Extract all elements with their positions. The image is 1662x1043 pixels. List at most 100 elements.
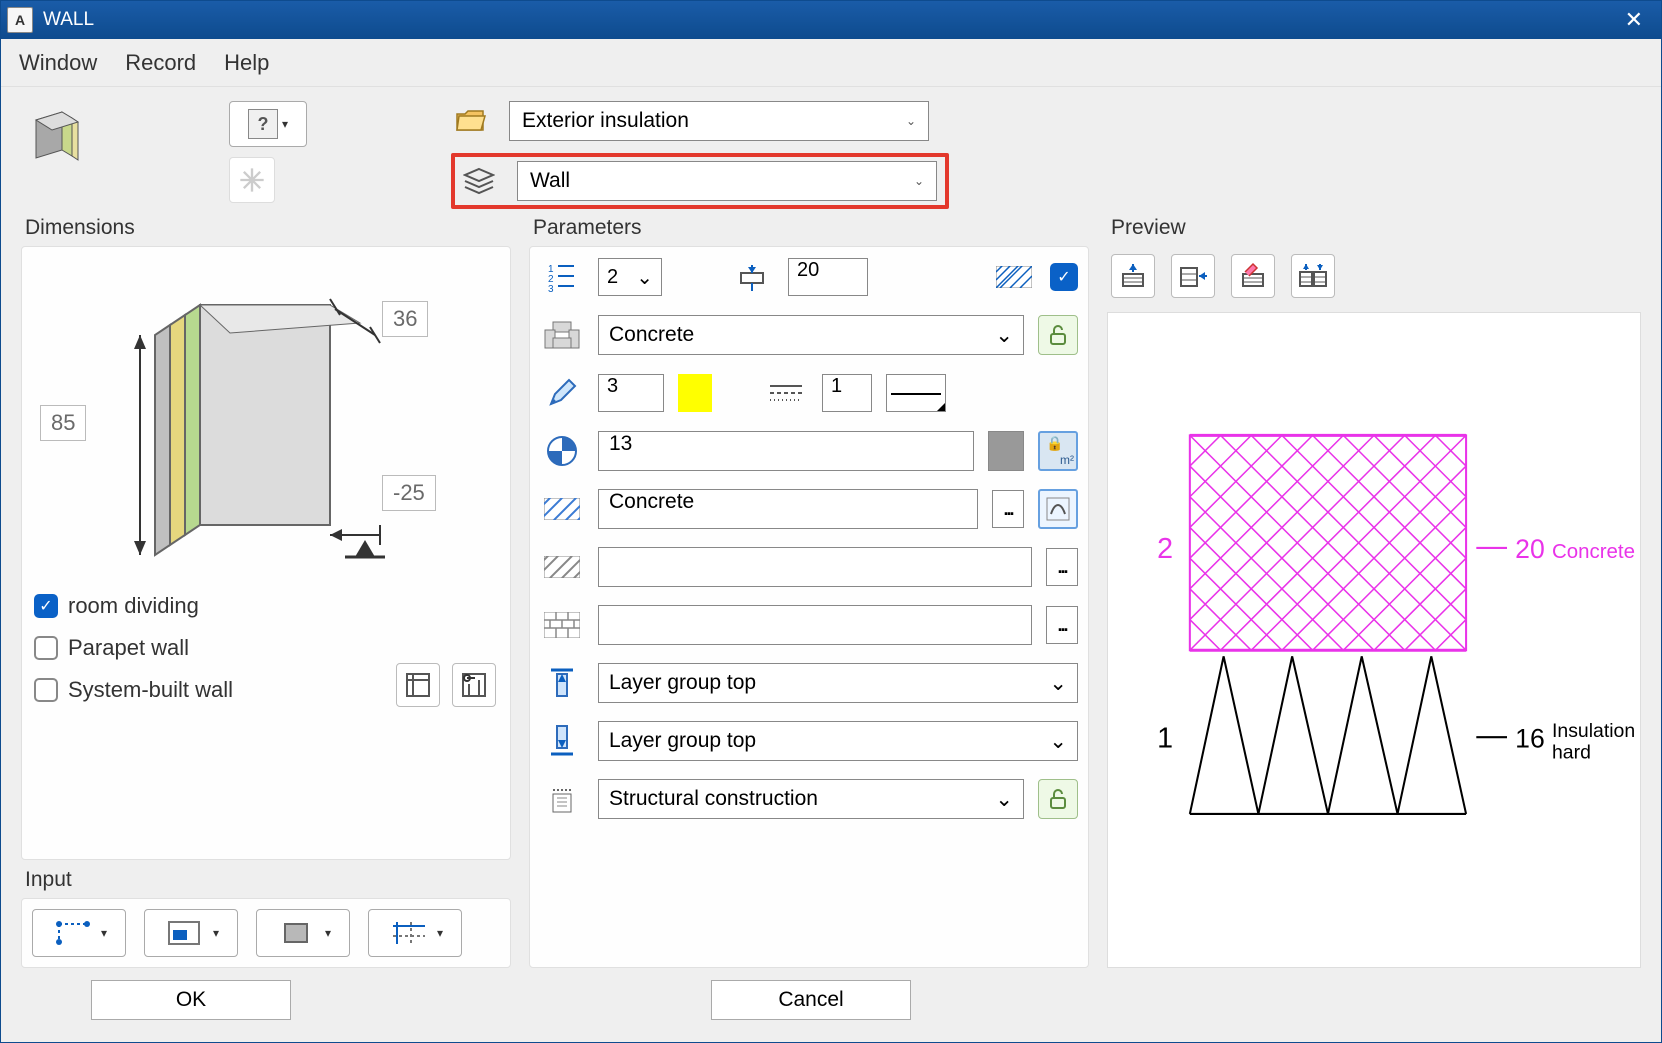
dimensions-section: Dimensions [21, 216, 511, 968]
menubar: Window Record Help [1, 39, 1661, 87]
close-button[interactable]: ✕ [1613, 7, 1655, 33]
preview-layer1-name1: Insulation [1552, 720, 1635, 742]
app-icon: A [7, 7, 33, 33]
parameters-section: Parameters 1 2 3 2 ⌄ [529, 216, 1089, 968]
linetype-field[interactable]: 1 [822, 374, 872, 412]
preview-tool-2[interactable] [1171, 254, 1215, 298]
parameters-panel: 1 2 3 2 ⌄ 20 [529, 246, 1089, 968]
input-mode-4[interactable]: ▾ [368, 909, 462, 957]
parapet-wall-check[interactable]: Parapet wall [34, 635, 233, 661]
layer-visible-toggle[interactable]: ✓ [1050, 263, 1078, 291]
checkbox-unchecked-icon [34, 636, 58, 660]
chevron-down-icon: ⌄ [995, 787, 1013, 812]
svg-text:3: 3 [548, 284, 554, 292]
top-left-icons: ? ▾ [21, 101, 451, 203]
hatching-field[interactable]: Concrete [598, 489, 978, 529]
top-group-dropdown[interactable]: Layer group top ⌄ [598, 663, 1078, 703]
fill-field[interactable] [598, 605, 1032, 645]
checkbox-checked-icon: ✓ [34, 594, 58, 618]
surface-row: 13 m² [540, 431, 1078, 471]
layer-number-value: 2 [607, 266, 618, 289]
trade-icon [540, 779, 584, 819]
bottom-group-row: Layer group top ⌄ [540, 721, 1078, 761]
fill-browse-button[interactable]: ... [1046, 606, 1078, 644]
chevron-down-icon: ▾ [101, 926, 107, 940]
window-title: WALL [43, 9, 1613, 31]
layer-row: Wall ⌄ [451, 153, 1641, 209]
bottom-buttons: OK Cancel [21, 968, 1641, 1032]
trade-dropdown[interactable]: Structural construction ⌄ [598, 779, 1024, 819]
top-selectors: Exterior insulation ⌄ [451, 101, 1641, 209]
priority-icon [540, 315, 584, 355]
dimensions-panel: 85 36 -25 ✓ room dividing Para [21, 246, 511, 860]
chevron-down-icon: ▾ [437, 926, 443, 940]
layer-dropdown[interactable]: Wall ⌄ [517, 161, 937, 201]
dimensions-title: Dimensions [21, 216, 511, 240]
top-group-icon [540, 663, 584, 703]
chevron-down-icon: ▾ [325, 926, 331, 940]
trade-label: Structural construction [609, 787, 818, 811]
pen-icon [540, 373, 584, 413]
favorites-dropdown[interactable]: ? ▾ [229, 101, 307, 147]
dialog-body: ? ▾ [1, 87, 1661, 1042]
width-field[interactable]: 36 [382, 301, 428, 337]
wall-dialog: A WALL ✕ Window Record Help [0, 0, 1662, 1043]
hatch-preview-icon[interactable] [992, 257, 1036, 297]
trade-lock-button[interactable] [1038, 779, 1078, 819]
hatching-auto-button[interactable] [1038, 489, 1078, 529]
layer-dropdown-label: Wall [530, 169, 570, 193]
preview-tool-3[interactable] [1231, 254, 1275, 298]
input-mode-1[interactable]: ▾ [32, 909, 126, 957]
material-row: Concrete ⌄ [540, 315, 1078, 355]
material-dropdown[interactable]: Concrete ⌄ [598, 315, 1024, 355]
pen-field[interactable]: 3 [598, 374, 664, 412]
chevron-down-icon: ⌄ [1049, 729, 1067, 754]
material-lock-button[interactable] [1038, 315, 1078, 355]
input-buttons: ▾ ▾ ▾ ▾ [32, 909, 500, 957]
chevron-down-icon: ⌄ [1049, 671, 1067, 696]
bottom-group-dropdown[interactable]: Layer group top ⌄ [598, 721, 1078, 761]
surface-field[interactable]: 13 [598, 431, 974, 471]
input-mode-3[interactable]: ▾ [256, 909, 350, 957]
preview-tool-1[interactable] [1111, 254, 1155, 298]
titlebar: A WALL ✕ [1, 1, 1661, 39]
hatching-browse-button[interactable]: ... [992, 490, 1024, 528]
top-group-row: Layer group top ⌄ [540, 663, 1078, 703]
freeze-button[interactable] [229, 157, 275, 203]
heights-link-icon[interactable] [452, 663, 496, 707]
preview-layer2-thickness: 20 [1515, 534, 1545, 564]
menu-window[interactable]: Window [19, 50, 97, 76]
cancel-button[interactable]: Cancel [711, 980, 911, 1020]
pen-color-swatch[interactable] [678, 374, 712, 412]
height-field[interactable]: 85 [40, 405, 86, 441]
hatching-icon [540, 489, 584, 529]
outline-mode-icon[interactable] [396, 663, 440, 707]
top-group-label: Layer group top [609, 671, 756, 695]
trade-row: Structural construction ⌄ [540, 779, 1078, 819]
menu-help[interactable]: Help [224, 50, 269, 76]
fill-icon [540, 605, 584, 645]
surface-color-swatch[interactable] [988, 431, 1024, 471]
layer-number-dropdown[interactable]: 2 ⌄ [598, 258, 662, 296]
pattern-browse-button[interactable]: ... [1046, 548, 1078, 586]
room-dividing-check[interactable]: ✓ room dividing [34, 593, 233, 619]
parameters-title: Parameters [529, 216, 1089, 240]
preview-tool-4[interactable] [1291, 254, 1335, 298]
offset-field[interactable]: -25 [382, 475, 436, 511]
pen-linetype-row: 3 1 [540, 373, 1078, 413]
input-mode-2[interactable]: ▾ [144, 909, 238, 957]
system-wall-check[interactable]: System-built wall [34, 677, 233, 703]
chevron-down-icon: ⌄ [914, 174, 924, 188]
thickness-icon [730, 257, 774, 297]
pattern-field[interactable] [598, 547, 1032, 587]
chevron-down-icon: ▾ [213, 926, 219, 940]
menu-record[interactable]: Record [125, 50, 196, 76]
area-lock-button[interactable]: m² [1038, 431, 1078, 471]
wall-element-icon [21, 101, 89, 169]
folder-dropdown[interactable]: Exterior insulation ⌄ [509, 101, 929, 141]
preview-layer2-num: 2 [1157, 533, 1173, 565]
ok-button[interactable]: OK [91, 980, 291, 1020]
dim-bottom-icons [396, 659, 502, 711]
linetype-preview[interactable] [886, 374, 946, 412]
thickness-field[interactable]: 20 [788, 258, 868, 296]
